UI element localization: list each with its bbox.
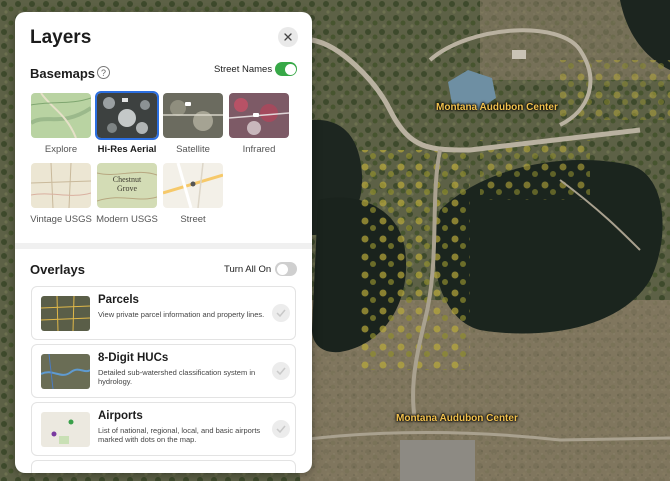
overlay-description: List of national, regional, local, and b… [98,426,261,444]
street-thumbnail [163,163,223,208]
modern-usgs-thumbnail: Chestnut Grove [97,163,157,208]
basemap-label: Explore [44,144,78,155]
close-button[interactable] [278,27,298,47]
overlay-description: View private parcel information and prop… [98,310,265,319]
overlay-8-digit-hucs[interactable]: 8-Digit HUCs Detailed sub-watershed clas… [31,344,296,398]
layers-panel: Layers Basemaps ? Street Names Explore H… [15,12,312,473]
vintage-usgs-thumbnail [31,163,91,208]
basemap-label: Hi-Res Aerial [97,144,157,155]
basemaps-title: Basemaps [30,66,96,81]
checkmark-icon [276,367,286,375]
basemap-label: Infrared [242,144,276,155]
hi-res-aerial-thumbnail [95,91,159,140]
basemap-street[interactable]: Street [162,163,224,225]
hucs-thumbnail [41,354,90,389]
add-overlay-checkbox[interactable] [272,304,290,322]
panel-title: Layers [30,27,92,48]
basemap-hi-res-aerial[interactable]: Hi-Res Aerial [95,91,159,155]
infrared-thumbnail [229,93,289,138]
explore-thumbnail [31,93,91,138]
overlay-title: Parcels [98,294,139,306]
map-label-montana-audubon-center: Montana Audubon Center [436,102,558,113]
close-icon [284,33,292,41]
checkmark-icon [276,425,286,433]
map-label-montana-audubon-center: Montana Audubon Center [396,413,518,424]
add-overlay-checkbox[interactable] [272,362,290,380]
basemap-label: Modern USGS [96,214,158,225]
basemap-explore[interactable]: Explore [30,93,92,155]
parcels-thumbnail [41,296,90,331]
basemap-label: Satellite [176,144,210,155]
satellite-thumbnail [163,93,223,138]
overlay-title: 8-Digit HUCs [98,352,169,364]
basemap-vintage-usgs[interactable]: Vintage USGS [30,163,92,225]
overlay-parcels[interactable]: Parcels View private parcel information … [31,286,296,340]
street-names-toggle[interactable] [275,62,297,76]
add-overlay-checkbox[interactable] [272,420,290,438]
overlay-next[interactable] [31,460,296,473]
basemap-label: Street [180,214,206,225]
overlay-title: Airports [98,410,143,422]
overlay-airports[interactable]: Airports List of national, regional, loc… [31,402,296,456]
overlay-description: Detailed sub-watershed classification sy… [98,368,256,386]
section-divider [15,243,312,249]
basemap-label: Vintage USGS [30,214,92,225]
basemap-infrared[interactable]: Infrared [228,93,290,155]
help-icon[interactable]: ? [97,66,110,79]
basemap-modern-usgs[interactable]: Chestnut Grove Modern USGS [96,163,158,225]
overlays-title: Overlays [30,262,85,277]
street-names-label: Street Names [214,64,273,75]
basemap-satellite[interactable]: Satellite [162,93,224,155]
turn-all-on-label: Turn All On [224,264,272,275]
modern-usgs-thumbnail-text: Chestnut Grove [112,175,142,193]
turn-all-on-toggle[interactable] [275,262,297,276]
checkmark-icon [276,309,286,317]
airports-thumbnail [41,412,90,447]
